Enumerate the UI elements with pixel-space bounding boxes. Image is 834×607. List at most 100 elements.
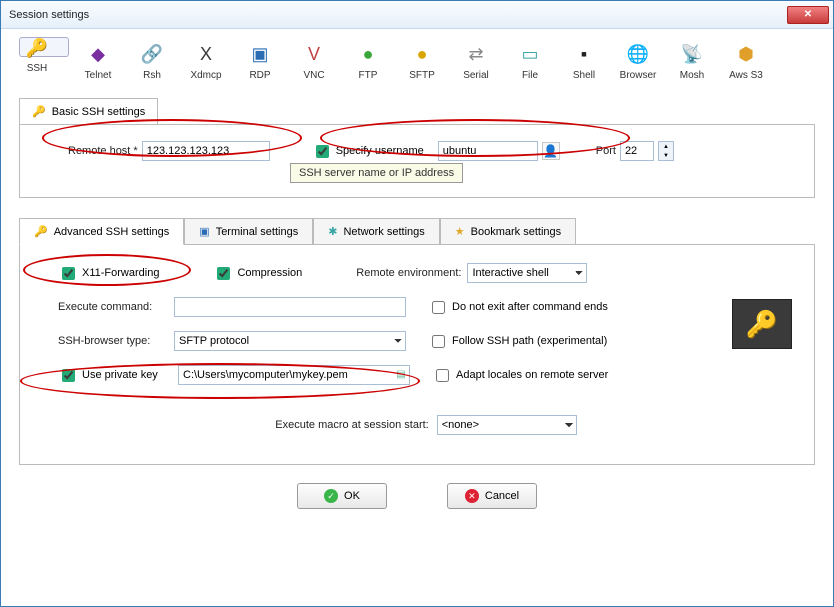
titlebar: Session settings ✕ <box>1 1 833 29</box>
aws s3-icon: ⬢ <box>734 42 758 66</box>
toolbar-label: Mosh <box>680 70 704 81</box>
compression-checkbox[interactable]: Compression <box>213 264 302 283</box>
specify-username-checkbox[interactable]: Specify username <box>312 142 424 161</box>
x11-forwarding-checkbox[interactable]: X11-Forwarding <box>58 264 159 283</box>
port-down[interactable]: ▼ <box>659 151 673 160</box>
user-picker-icon[interactable]: 👤 <box>542 142 560 160</box>
x11-label: X11-Forwarding <box>82 267 159 279</box>
sftp-icon: ● <box>410 42 434 66</box>
session-type-ssh[interactable]: 🔑SSH <box>19 37 69 57</box>
cancel-label: Cancel <box>485 490 519 502</box>
macro-select[interactable]: <none> <box>437 415 577 435</box>
adapt-locales-label: Adapt locales on remote server <box>456 369 608 381</box>
follow-path-check[interactable] <box>432 335 445 348</box>
xdmcp-icon: X <box>194 42 218 66</box>
tab-basic-ssh[interactable]: 🔑 Basic SSH settings <box>19 98 158 124</box>
private-key-check[interactable] <box>62 369 75 382</box>
tab-network-settings[interactable]: ✱ Network settings <box>313 218 440 244</box>
cancel-icon: ✕ <box>465 489 479 503</box>
session-settings-dialog: Session settings ✕ 🔑SSH◆Telnet🔗RshXXdmcp… <box>0 0 834 607</box>
session-type-vnc[interactable]: V VNC <box>289 37 339 86</box>
remote-host-tooltip: SSH server name or IP address <box>290 163 463 183</box>
toolbar-label: Serial <box>463 70 489 81</box>
ftp-icon: ● <box>356 42 380 66</box>
exec-cmd-input[interactable] <box>174 297 406 317</box>
ok-icon: ✓ <box>324 489 338 503</box>
session-type-mosh[interactable]: 📡 Mosh <box>667 37 717 86</box>
file-browse-icon[interactable]: ▤ <box>394 367 408 381</box>
private-key-checkbox[interactable]: Use private key <box>58 366 172 385</box>
toolbar-label: Browser <box>620 70 657 81</box>
cancel-button[interactable]: ✕ Cancel <box>447 483 537 509</box>
port-label: Port <box>596 145 616 157</box>
session-type-sftp[interactable]: ● SFTP <box>397 37 447 86</box>
vnc-icon: V <box>302 42 326 66</box>
toolbar-label: Aws S3 <box>729 70 763 81</box>
private-key-input[interactable] <box>178 365 410 385</box>
compression-check[interactable] <box>217 267 230 280</box>
session-type-rsh[interactable]: 🔗 Rsh <box>127 37 177 86</box>
port-up[interactable]: ▲ <box>659 142 673 151</box>
tab-terminal-settings[interactable]: ▣ Terminal settings <box>184 218 313 244</box>
follow-path-label: Follow SSH path (experimental) <box>452 335 607 347</box>
adapt-locales-check[interactable] <box>436 369 449 382</box>
tab-advanced-ssh-settings[interactable]: 🔑 Advanced SSH settings <box>19 218 184 245</box>
tab-icon: ✱ <box>328 225 337 238</box>
browser-type-label: SSH-browser type: <box>58 335 168 347</box>
mosh-icon: 📡 <box>680 42 704 66</box>
toolbar-label: SFTP <box>409 70 435 81</box>
tab-label: Network settings <box>343 226 424 238</box>
no-exit-check[interactable] <box>432 301 445 314</box>
exec-cmd-label: Execute command: <box>58 301 168 313</box>
session-type-file[interactable]: ▭ File <box>505 37 555 86</box>
toolbar-label: Rsh <box>143 70 161 81</box>
remote-env-select[interactable]: Interactive shell <box>467 263 587 283</box>
telnet-icon: ◆ <box>86 42 110 66</box>
tab-label: Advanced SSH settings <box>54 226 170 238</box>
toolbar-label: VNC <box>303 70 324 81</box>
session-type-telnet[interactable]: ◆Telnet <box>73 37 123 86</box>
port-spinner[interactable]: ▲ ▼ <box>658 141 674 161</box>
tab-label: Terminal settings <box>216 226 299 238</box>
session-type-aws-s3[interactable]: ⬢ Aws S3 <box>721 37 771 86</box>
session-type-rdp[interactable]: ▣ RDP <box>235 37 285 86</box>
specify-username-label: Specify username <box>336 145 424 157</box>
port-input[interactable] <box>620 141 654 161</box>
rdp-icon: ▣ <box>248 42 272 66</box>
toolbar-label: File <box>522 70 538 81</box>
toolbar-label: RDP <box>249 70 270 81</box>
follow-path-checkbox[interactable]: Follow SSH path (experimental) <box>428 332 607 351</box>
remote-host-input[interactable] <box>142 141 270 161</box>
rsh-icon: 🔗 <box>140 42 164 66</box>
close-button[interactable]: ✕ <box>787 6 829 24</box>
serial-icon: ⇄ <box>464 42 488 66</box>
tab-label: Bookmark settings <box>471 226 561 238</box>
toolbar-label: SSH <box>27 63 48 74</box>
adapt-locales-checkbox[interactable]: Adapt locales on remote server <box>432 366 608 385</box>
no-exit-checkbox[interactable]: Do not exit after command ends <box>428 298 608 317</box>
ok-button[interactable]: ✓ OK <box>297 483 387 509</box>
tab-icon: ★ <box>455 225 465 238</box>
session-type-browser[interactable]: 🌐 Browser <box>613 37 663 86</box>
specify-username-check[interactable] <box>316 145 329 158</box>
settings-subtabs: 🔑 Advanced SSH settings ▣ Terminal settings… <box>19 218 815 245</box>
ok-label: OK <box>344 490 360 502</box>
basic-ssh-panel: Remote host * Specify username 👤 Port ▲ … <box>19 124 815 198</box>
toolbar-label: Shell <box>573 70 595 81</box>
session-type-xdmcp[interactable]: X Xdmcp <box>181 37 231 86</box>
key-icon: 🔑 <box>32 105 46 118</box>
session-type-ftp[interactable]: ●FTP <box>343 37 393 86</box>
session-type-serial[interactable]: ⇄ Serial <box>451 37 501 86</box>
browser-icon: 🌐 <box>626 42 650 66</box>
tab-bookmark-settings[interactable]: ★ Bookmark settings <box>440 218 576 244</box>
browser-type-select[interactable]: SFTP protocol <box>174 331 406 351</box>
shell-icon: ▪ <box>572 42 596 66</box>
tab-icon: ▣ <box>199 225 209 238</box>
session-type-shell[interactable]: ▪ Shell <box>559 37 609 86</box>
advanced-ssh-panel: X11-Forwarding Compression Remote enviro… <box>19 245 815 465</box>
toolbar-label: Xdmcp <box>190 70 221 81</box>
file-icon: ▭ <box>518 42 542 66</box>
tab-icon: 🔑 <box>34 225 48 238</box>
x11-check[interactable] <box>62 267 75 280</box>
username-input[interactable] <box>438 141 538 161</box>
